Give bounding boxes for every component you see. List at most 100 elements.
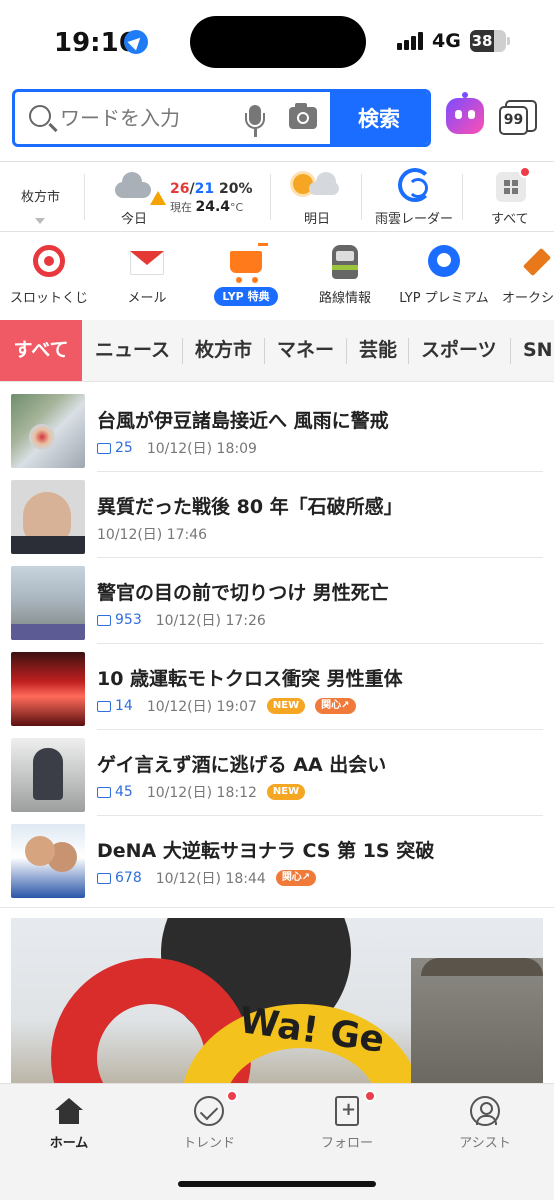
status-bar: 19:16 4G 38 bbox=[0, 0, 554, 84]
comment-icon bbox=[97, 786, 111, 798]
tab-all[interactable]: すべて bbox=[0, 320, 82, 381]
comment-count: 953 bbox=[97, 612, 142, 628]
news-meta: 953 10/12(日) 17:26 bbox=[97, 610, 266, 630]
weather-bar: 枚方市 今日 26/21 20% 現在 24.4°C 明日 雨雲レーダー すべて bbox=[0, 161, 554, 232]
new-badge: NEW bbox=[266, 698, 306, 714]
tabs-icon[interactable]: 99 bbox=[499, 100, 537, 136]
service-label: メール bbox=[127, 291, 167, 306]
microphone-icon[interactable] bbox=[244, 105, 266, 139]
news-meta: 14 10/12(日) 19:07 NEW 関心↗ bbox=[97, 696, 356, 716]
news-thumbnail bbox=[11, 824, 85, 898]
interest-badge: 関心↗ bbox=[275, 870, 317, 886]
news-item[interactable]: 警官の目の前で切りつけ 男性死亡 953 10/12(日) 17:26 bbox=[0, 558, 554, 644]
news-title: 異質だった戦後 80 年「石破所感」 bbox=[97, 496, 403, 518]
train-icon bbox=[332, 245, 358, 279]
news-time: 10/12(日) 18:09 bbox=[146, 441, 257, 457]
battery-icon: 38 bbox=[470, 30, 510, 52]
comment-count: 678 bbox=[97, 870, 142, 886]
tab-news[interactable]: ニュース bbox=[95, 320, 170, 381]
comment-icon bbox=[97, 872, 111, 884]
today-temps: 26/21 20% bbox=[170, 181, 253, 197]
follow-icon bbox=[335, 1096, 359, 1126]
warning-icon bbox=[150, 191, 166, 205]
search-icon bbox=[29, 105, 51, 127]
news-item[interactable]: 10 歳運転モトクロス衝突 男性重体 14 10/12(日) 19:07 NEW… bbox=[0, 644, 554, 730]
home-icon bbox=[55, 1098, 83, 1124]
interest-badge: 関心↗ bbox=[315, 698, 356, 714]
service-label: オークシ bbox=[502, 291, 554, 306]
weather-today[interactable]: 今日 26/21 20% 現在 24.4°C bbox=[85, 162, 270, 232]
home-indicator[interactable] bbox=[178, 1181, 376, 1187]
service-lyp-premium[interactable]: LYP プレミアム bbox=[394, 233, 494, 311]
lyp-benefit-badge[interactable]: LYP 特典 bbox=[214, 287, 278, 306]
tab-home[interactable]: ホーム bbox=[14, 1084, 124, 1164]
tab-assist[interactable]: アシスト bbox=[430, 1084, 540, 1164]
tab-sports[interactable]: スポーツ bbox=[421, 320, 497, 381]
comment-count: 45 bbox=[97, 784, 133, 800]
tab-money[interactable]: マネー bbox=[277, 320, 334, 381]
tab-follow[interactable]: フォロー bbox=[292, 1084, 402, 1164]
featured-image[interactable]: Wa! Ge bbox=[11, 918, 543, 1088]
trend-icon bbox=[194, 1096, 224, 1126]
news-thumbnail bbox=[11, 480, 85, 554]
tab-sns[interactable]: SNS bbox=[523, 320, 554, 381]
news-item[interactable]: DeNA 大逆転サヨナラ CS 第 1S 突破 678 10/12(日) 18:… bbox=[0, 816, 554, 902]
comment-icon bbox=[97, 442, 111, 454]
cloudy-icon bbox=[115, 172, 151, 198]
notification-dot bbox=[519, 166, 531, 178]
comment-icon bbox=[97, 614, 111, 626]
service-auction[interactable]: オークシ bbox=[494, 233, 554, 311]
news-thumbnail bbox=[11, 394, 85, 468]
search-bar: 検索 bbox=[12, 89, 431, 147]
news-item[interactable]: ゲイ言えず酒に逃げる AA 出会い 45 10/12(日) 18:12 NEW bbox=[0, 730, 554, 816]
radar-label: 雨雲レーダー bbox=[375, 212, 454, 227]
news-title: 警官の目の前で切りつけ 男性死亡 bbox=[97, 582, 389, 604]
tab-trend[interactable]: トレンド bbox=[154, 1084, 264, 1164]
news-title: ゲイ言えず酒に逃げる AA 出会い bbox=[97, 754, 387, 776]
current-temp: 現在 24.4°C bbox=[170, 199, 244, 215]
news-time: 10/12(日) 19:07 bbox=[146, 699, 257, 715]
notification-dot bbox=[364, 1090, 376, 1102]
cloud-icon bbox=[309, 172, 339, 195]
weather-tomorrow[interactable]: 明日 bbox=[271, 162, 361, 232]
service-mail[interactable]: メール bbox=[98, 233, 196, 311]
service-route-info[interactable]: 路線情報 bbox=[296, 233, 394, 311]
notification-dot bbox=[226, 1090, 238, 1102]
news-time: 10/12(日) 17:46 bbox=[97, 527, 208, 543]
service-label: スロットくじ bbox=[9, 291, 88, 306]
news-thumbnail bbox=[11, 738, 85, 812]
category-tabs: すべて ニュース 枚方市 マネー 芸能 スポーツ SNS bbox=[0, 320, 554, 382]
radar-icon bbox=[398, 168, 432, 202]
tab-hirakata[interactable]: 枚方市 bbox=[195, 320, 252, 381]
tabs-count: 99 bbox=[499, 106, 528, 135]
tab-label: アシスト bbox=[459, 1136, 511, 1151]
auction-hammer-icon bbox=[522, 247, 552, 277]
ai-assistant-icon[interactable] bbox=[446, 92, 484, 134]
service-slot-lottery[interactable]: スロットくじ bbox=[0, 233, 98, 311]
comment-icon bbox=[97, 700, 111, 712]
weather-all[interactable]: すべて bbox=[463, 162, 554, 232]
news-meta: 678 10/12(日) 18:44 関心↗ bbox=[97, 868, 317, 888]
today-label: 今日 bbox=[121, 212, 148, 227]
all-label: すべて bbox=[491, 212, 529, 227]
search-button[interactable]: 検索 bbox=[330, 92, 428, 144]
news-item[interactable]: 台風が伊豆諸島接近へ 風雨に警戒 25 10/12(日) 18:09 bbox=[0, 386, 554, 472]
news-meta: 45 10/12(日) 18:12 NEW bbox=[97, 782, 306, 802]
news-meta: 10/12(日) 17:46 bbox=[97, 524, 207, 544]
tab-label: ホーム bbox=[49, 1136, 89, 1151]
chevron-down-icon bbox=[35, 218, 45, 224]
news-item[interactable]: 異質だった戦後 80 年「石破所感」 10/12(日) 17:46 bbox=[0, 472, 554, 558]
news-time: 10/12(日) 18:44 bbox=[155, 871, 266, 887]
camera-icon[interactable] bbox=[289, 103, 317, 129]
battery-level: 38 bbox=[470, 30, 494, 52]
search-input[interactable] bbox=[60, 100, 240, 136]
mail-icon bbox=[130, 251, 164, 275]
weather-location[interactable]: 枚方市 bbox=[0, 162, 84, 232]
tab-entertainment[interactable]: 芸能 bbox=[359, 320, 397, 381]
news-title: 10 歳運転モトクロス衝突 男性重体 bbox=[97, 668, 403, 690]
target-icon bbox=[33, 245, 65, 277]
comment-count: 14 bbox=[97, 698, 133, 714]
tomorrow-label: 明日 bbox=[304, 212, 331, 227]
location-arrow-icon bbox=[124, 30, 148, 54]
rain-radar[interactable]: 雨雲レーダー bbox=[362, 162, 462, 232]
